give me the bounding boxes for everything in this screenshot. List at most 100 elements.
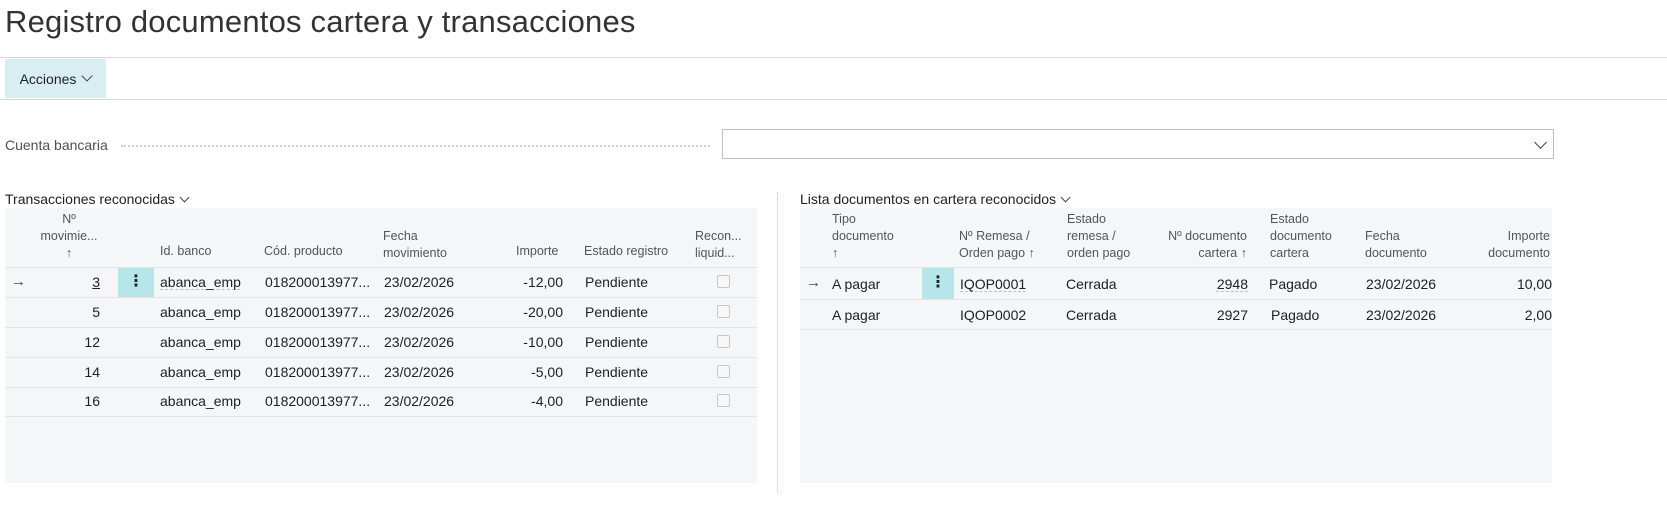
- table-row[interactable]: 16 abanca_emp 018200013977... 23/02/2026…: [5, 387, 757, 417]
- header-text: Nº documento: [1168, 229, 1247, 243]
- header-type[interactable]: Tipo documento ↑: [832, 211, 894, 262]
- cell-type[interactable]: A pagar: [832, 307, 880, 323]
- header-date[interactable]: Fecha movimiento: [383, 228, 447, 262]
- cell-no[interactable]: 16: [45, 393, 100, 409]
- bank-account-label: Cuenta bancaria: [5, 137, 108, 153]
- header-text: Fecha: [383, 229, 418, 243]
- cell-date: 23/02/2026: [1366, 307, 1437, 323]
- header-bank-id[interactable]: Id. banco: [160, 243, 211, 260]
- cell-bank-id[interactable]: abanca_emp: [160, 274, 241, 290]
- recon-checkbox[interactable]: [717, 305, 730, 318]
- cell-status: Pendiente: [585, 274, 649, 290]
- chevron-down-icon: [81, 70, 94, 82]
- header-text: documento: [832, 229, 894, 243]
- cell-bank-id[interactable]: abanca_emp: [160, 304, 241, 320]
- header-product[interactable]: Cód. producto: [264, 243, 343, 260]
- recon-checkbox[interactable]: [717, 394, 730, 407]
- header-text: Recon...: [695, 229, 742, 243]
- documents-grid: Tipo documento ↑ Nº Remesa / Orden pago …: [800, 208, 1552, 483]
- recon-checkbox[interactable]: [717, 365, 730, 378]
- cell-product: 018200013977...: [265, 393, 371, 409]
- header-amount[interactable]: Importe documento: [1472, 228, 1550, 262]
- cell-doc-status: Pagado: [1271, 307, 1320, 323]
- cell-date: 23/02/2026: [384, 274, 455, 290]
- chevron-down-icon: [1060, 192, 1071, 202]
- divider: [0, 57, 1667, 58]
- table-row[interactable]: → A pagar ⋮ IQOP0001 Cerrada 2948 Pagado…: [800, 268, 1552, 300]
- cell-product: 018200013977...: [265, 334, 371, 350]
- cell-remesa[interactable]: IQOP0001: [960, 276, 1026, 292]
- header-remesa[interactable]: Nº Remesa / Orden pago ↑: [959, 228, 1035, 262]
- cell-type[interactable]: A pagar: [832, 276, 880, 292]
- header-text: movimiento: [383, 246, 447, 260]
- header-recon[interactable]: Recon... liquid...: [695, 228, 742, 262]
- cell-date: 23/02/2026: [384, 334, 455, 350]
- header-text: Tipo: [832, 212, 856, 226]
- cell-product: 018200013977...: [265, 304, 371, 320]
- header-date[interactable]: Fecha documento: [1365, 228, 1427, 262]
- sort-ascending-icon: ↑: [832, 246, 839, 260]
- header-text: Fecha: [1365, 229, 1400, 243]
- header-text: orden pago: [1067, 246, 1131, 260]
- header-amount[interactable]: Importe: [516, 243, 558, 260]
- cell-no[interactable]: 3: [45, 274, 100, 290]
- transactions-caption[interactable]: Transacciones reconocidas: [5, 191, 190, 207]
- header-text: documento: [1488, 246, 1550, 260]
- cell-no[interactable]: 5: [45, 304, 100, 320]
- cell-amount: -4,00: [531, 393, 563, 409]
- documents-caption[interactable]: Lista documentos en cartera reconocidos: [800, 191, 1071, 207]
- cell-status: Pendiente: [585, 304, 649, 320]
- cell-no[interactable]: 12: [45, 334, 100, 350]
- cell-amount: -20,00: [523, 304, 563, 320]
- table-row[interactable]: 5 abanca_emp 018200013977... 23/02/2026 …: [5, 298, 757, 328]
- divider: [0, 99, 1667, 100]
- header-text: remesa /: [1067, 229, 1116, 243]
- header-text: documento: [1270, 229, 1332, 243]
- table-row[interactable]: → 3 ⋮ abanca_emp 018200013977... 23/02/2…: [5, 268, 757, 298]
- cell-bank-id[interactable]: abanca_emp: [160, 364, 241, 380]
- vertical-dots-icon[interactable]: ⋮: [922, 268, 954, 299]
- cell-doc-status: Pagado: [1269, 276, 1318, 292]
- table-row[interactable]: 12 abanca_emp 018200013977... 23/02/2026…: [5, 328, 757, 358]
- header-text: Nº: [62, 212, 76, 226]
- cell-bank-id[interactable]: abanca_emp: [160, 393, 241, 409]
- cell-date: 23/02/2026: [384, 364, 455, 380]
- vertical-dots-icon[interactable]: ⋮: [118, 268, 154, 297]
- cell-doc-no[interactable]: 2927: [1180, 307, 1248, 323]
- cell-product: 018200013977...: [265, 364, 371, 380]
- cell-remesa-status: Cerrada: [1066, 307, 1117, 323]
- cell-amount: 2,00: [1524, 307, 1552, 323]
- cell-date: 23/02/2026: [384, 304, 455, 320]
- header-text: documento: [1365, 246, 1427, 260]
- transactions-grid: Nº movimie... ↑ Id. banco Cód. producto …: [5, 208, 757, 483]
- bank-account-select[interactable]: [722, 129, 1554, 159]
- header-text: movimie...: [40, 229, 98, 243]
- recon-checkbox[interactable]: [717, 275, 730, 288]
- cell-date: 23/02/2026: [1366, 276, 1437, 292]
- page-title: Registro documentos cartera y transaccio…: [5, 4, 636, 39]
- header-doc-no[interactable]: Nº documento cartera ↑: [1155, 228, 1247, 262]
- header-no[interactable]: Nº movimie... ↑: [39, 211, 99, 262]
- cell-date: 23/02/2026: [384, 393, 455, 409]
- actions-menu-button[interactable]: Acciones: [5, 59, 106, 98]
- header-text: cartera ↑: [1198, 246, 1247, 260]
- cell-status: Pendiente: [585, 364, 649, 380]
- cell-product: 018200013977...: [265, 274, 371, 290]
- chevron-down-icon[interactable]: [1534, 136, 1547, 149]
- header-status[interactable]: Estado registro: [584, 243, 668, 260]
- cell-amount: -10,00: [523, 334, 563, 350]
- table-row[interactable]: A pagar IQOP0002 Cerrada 2927 Pagado 23/…: [800, 300, 1552, 330]
- arrow-right-icon: →: [11, 273, 26, 290]
- header-text: Importe: [1507, 229, 1550, 243]
- header-remesa-status[interactable]: Estado remesa / orden pago: [1067, 211, 1130, 262]
- cell-bank-id[interactable]: abanca_emp: [160, 334, 241, 350]
- cell-no[interactable]: 14: [45, 364, 100, 380]
- cell-doc-no[interactable]: 2948: [1180, 276, 1248, 292]
- documents-caption-text: Lista documentos en cartera reconocidos: [800, 191, 1057, 207]
- header-text: Estado: [1270, 212, 1309, 226]
- recon-checkbox[interactable]: [717, 335, 730, 348]
- table-row[interactable]: 14 abanca_emp 018200013977... 23/02/2026…: [5, 358, 757, 388]
- header-doc-status[interactable]: Estado documento cartera: [1270, 211, 1332, 262]
- cell-remesa[interactable]: IQOP0002: [960, 307, 1026, 323]
- cell-status: Pendiente: [585, 334, 649, 350]
